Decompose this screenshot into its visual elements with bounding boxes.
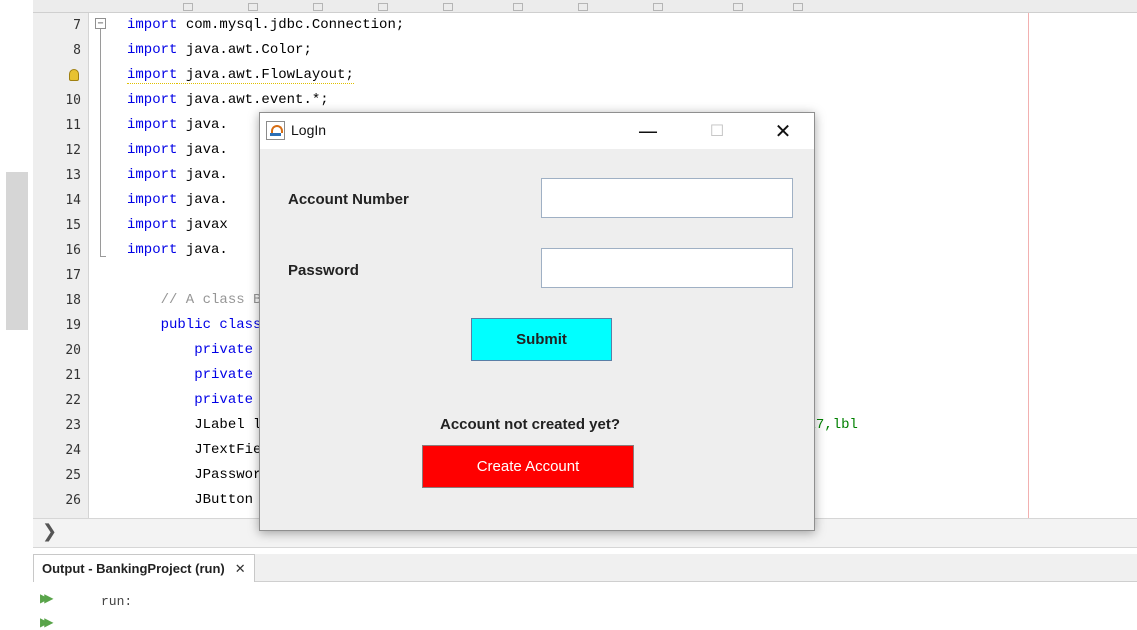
rerun-last-icon[interactable]: ▶▶ — [40, 614, 60, 630]
chevron-right-icon[interactable]: ❯ — [42, 522, 57, 542]
dialog-titlebar[interactable]: LogIn — ☐ ✕ — [260, 113, 814, 149]
editor-toolbar-strip — [33, 0, 1137, 13]
code-text: private — [127, 392, 254, 408]
line-number: 25 — [65, 468, 81, 483]
output-tab-label: Output - BankingProject (run) — [42, 561, 225, 576]
line-number: 22 — [65, 393, 81, 408]
code-text: import java.awt.event.*; — [127, 92, 329, 108]
code-line[interactable]: 10 import java.awt.event.*; — [33, 88, 1137, 113]
line-number: 14 — [65, 193, 81, 208]
line-number: 11 — [65, 118, 81, 133]
tab-output[interactable]: Output - BankingProject (run) ✕ — [33, 554, 255, 582]
output-console[interactable]: ▶▶ ▶▶ run: — [33, 582, 1137, 630]
code-line[interactable]: import java.awt.FlowLayout; — [33, 63, 1137, 88]
line-number: 8 — [73, 43, 81, 58]
line-number: 7 — [73, 18, 81, 33]
line-number: 26 — [65, 493, 81, 508]
code-line[interactable]: 7 import com.mysql.jdbc.Connection; — [33, 13, 1137, 38]
close-icon[interactable]: ✕ — [760, 113, 806, 149]
rerun-icon[interactable]: ▶▶ — [40, 590, 60, 606]
code-text: import java. — [127, 142, 228, 158]
code-text: import java. — [127, 117, 228, 133]
console-output-text: run: — [101, 594, 133, 609]
code-text: import java. — [127, 192, 228, 208]
line-number: 15 — [65, 218, 81, 233]
code-text: import java.awt.Color; — [127, 42, 312, 58]
minimize-icon[interactable]: — — [625, 113, 671, 149]
line-number: 17 — [65, 268, 81, 283]
password-field[interactable] — [541, 248, 793, 288]
dialog-title: LogIn — [291, 122, 327, 138]
code-text: import java. — [127, 242, 228, 258]
line-number: 12 — [65, 143, 81, 158]
line-number: 24 — [65, 443, 81, 458]
line-number: 10 — [65, 93, 81, 108]
line-number: 21 — [65, 368, 81, 383]
maximize-icon[interactable]: ☐ — [694, 113, 740, 149]
account-not-created-text: Account not created yet? — [439, 416, 621, 433]
account-number-label: Account Number — [288, 191, 409, 208]
line-number: 16 — [65, 243, 81, 258]
login-dialog: LogIn — ☐ ✕ Account Number Password Subm… — [259, 112, 815, 531]
line-number: 20 — [65, 343, 81, 358]
password-label: Password — [288, 262, 359, 279]
side-scroll-handle[interactable] — [6, 172, 28, 330]
code-line[interactable]: 8 import java.awt.Color; — [33, 38, 1137, 63]
line-number: 18 — [65, 293, 81, 308]
account-number-field[interactable] — [541, 178, 793, 218]
code-text: import java.awt.FlowLayout; — [127, 67, 354, 84]
java-icon — [266, 121, 285, 140]
code-text: import javax — [127, 217, 228, 233]
code-text: private — [127, 367, 254, 383]
line-number: 13 — [65, 168, 81, 183]
line-number: 19 — [65, 318, 81, 333]
code-text: JPasswor — [127, 467, 262, 483]
code-text: import com.mysql.jdbc.Connection; — [127, 17, 405, 33]
warning-bulb-icon[interactable] — [69, 69, 79, 81]
submit-button[interactable]: Submit — [471, 318, 612, 361]
line-number: 23 — [65, 418, 81, 433]
code-text: import java. — [127, 167, 228, 183]
output-panel-header: Output - BankingProject (run) ✕ — [33, 554, 1137, 582]
close-icon[interactable]: ✕ — [235, 561, 246, 577]
left-strip — [0, 0, 33, 630]
create-account-button[interactable]: Create Account — [422, 445, 634, 488]
